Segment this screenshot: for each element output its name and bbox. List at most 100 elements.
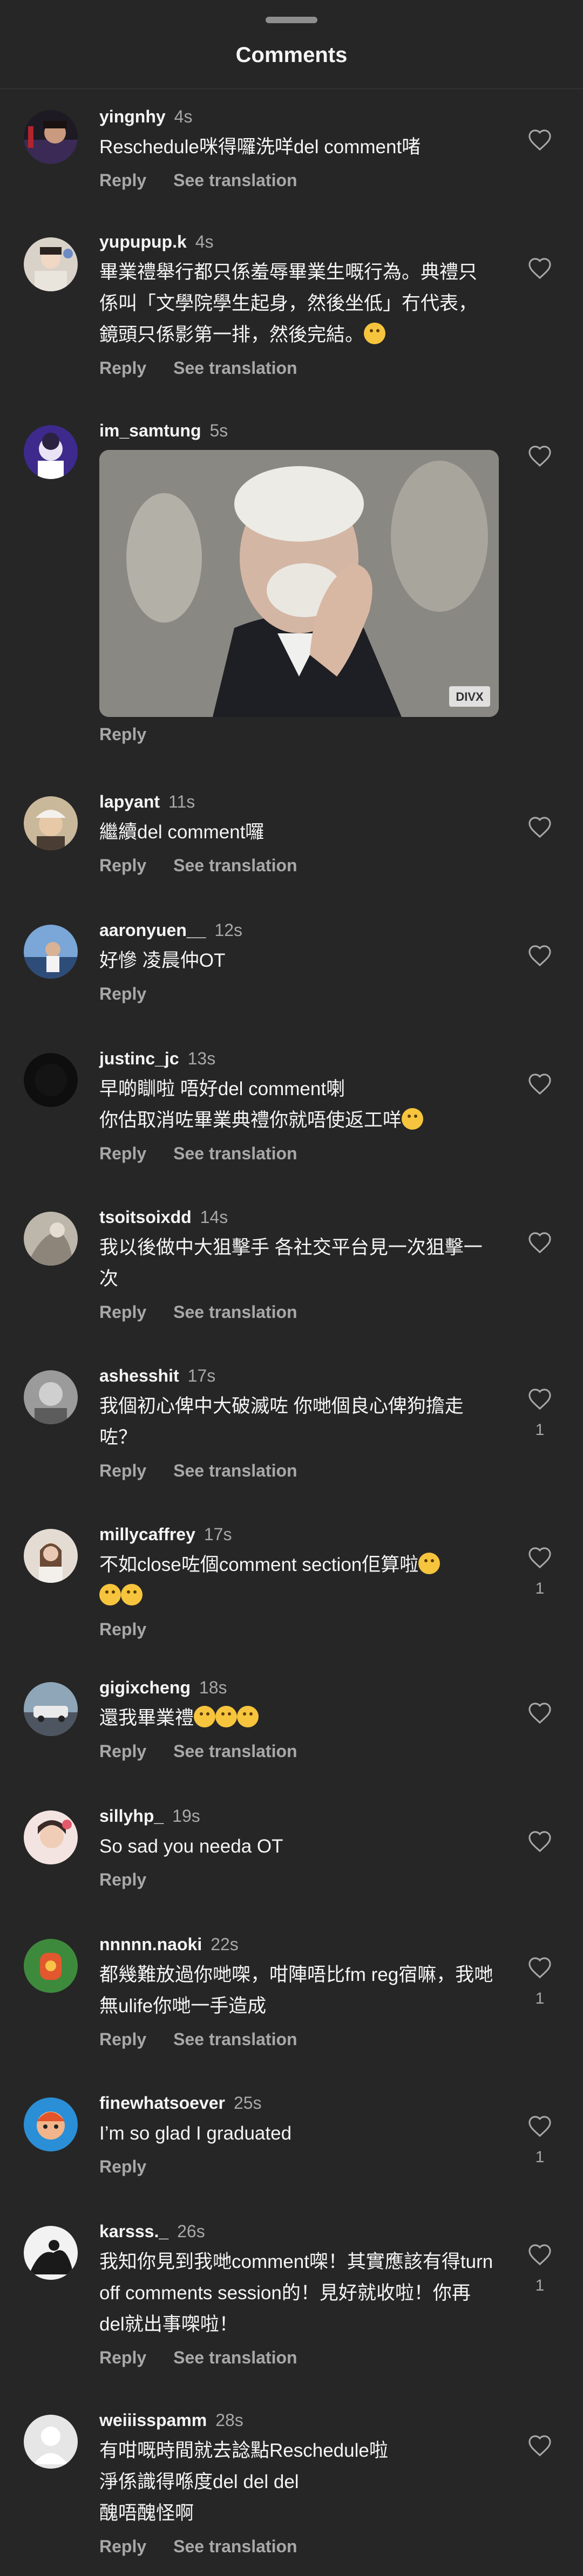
- like-button[interactable]: [525, 1830, 555, 1853]
- comment-time: 14s: [200, 1207, 228, 1227]
- heart-icon: [528, 1831, 551, 1853]
- grinning-emoji-icon: [364, 323, 386, 344]
- reply-button[interactable]: Reply: [99, 2030, 146, 2049]
- reply-button[interactable]: Reply: [99, 358, 146, 378]
- smirk-emoji-icon: [121, 1584, 143, 1605]
- comment-text: 早啲瞓啦 唔好del comment喇 你估取消咗畢業典禮你就唔使返工咩: [99, 1074, 493, 1136]
- avatar[interactable]: [24, 1370, 78, 1424]
- like-count: 1: [535, 1421, 545, 1439]
- heart-icon: [528, 446, 551, 467]
- see-translation-link[interactable]: See translation: [173, 170, 297, 190]
- heart-icon: [528, 1389, 551, 1410]
- heart-icon: [528, 2116, 551, 2137]
- comment-text: So sad you needa OT: [99, 1836, 283, 1857]
- avatar[interactable]: [24, 2097, 78, 2151]
- comment-text: 我以後做中大狙擊手 各社交平台見一次狙擊一次: [99, 1237, 483, 1289]
- reply-button[interactable]: Reply: [99, 1870, 146, 1889]
- reply-button[interactable]: Reply: [99, 2537, 146, 2556]
- like-button[interactable]: [525, 257, 555, 279]
- comment-text: 我知你見到我哋comment㗎！其實應該有得turn off comments …: [99, 2251, 493, 2335]
- like-button[interactable]: [525, 2434, 555, 2457]
- sheet-title: Comments: [235, 43, 348, 67]
- reply-button[interactable]: Reply: [99, 1144, 146, 1163]
- like-button[interactable]: 1: [525, 1956, 555, 2008]
- like-button[interactable]: [525, 1231, 555, 1254]
- like-button[interactable]: [525, 128, 555, 151]
- reply-button[interactable]: Reply: [99, 1302, 146, 1322]
- reply-button[interactable]: Reply: [99, 1741, 146, 1761]
- like-count: 1: [535, 2277, 545, 2294]
- comment-time: 28s: [215, 2410, 243, 2430]
- like-button[interactable]: [525, 445, 555, 467]
- heart-icon: [528, 1957, 551, 1979]
- reply-button[interactable]: Reply: [99, 984, 146, 1003]
- reply-button[interactable]: Reply: [99, 1461, 146, 1480]
- like-button[interactable]: 1: [525, 1546, 555, 1598]
- like-button[interactable]: 1: [525, 2243, 555, 2295]
- avatar[interactable]: [24, 1053, 78, 1107]
- reply-button[interactable]: Reply: [99, 2157, 146, 2176]
- avatar[interactable]: [24, 796, 78, 850]
- comment-username[interactable]: weiiisspamm: [99, 2410, 207, 2430]
- comment-username[interactable]: nnnnn.naoki: [99, 1935, 202, 1954]
- heart-icon: [528, 2244, 551, 2266]
- reply-button[interactable]: Reply: [99, 170, 146, 190]
- drag-handle[interactable]: [266, 17, 317, 23]
- gif-image[interactable]: DIVX: [99, 450, 499, 717]
- heart-icon: [528, 129, 551, 151]
- comment-username[interactable]: im_samtung: [99, 421, 201, 440]
- comment-username[interactable]: millycaffrey: [99, 1525, 195, 1544]
- see-translation-link[interactable]: See translation: [173, 1461, 297, 1480]
- comment-username[interactable]: sillyhp_: [99, 1806, 164, 1826]
- comment-time: 17s: [187, 1366, 216, 1385]
- comment-username[interactable]: aaronyuen__: [99, 920, 206, 940]
- comment-username[interactable]: justinc_jc: [99, 1049, 179, 1068]
- like-button[interactable]: [525, 1702, 555, 1724]
- avatar[interactable]: [24, 110, 78, 164]
- avatar[interactable]: [24, 2415, 78, 2469]
- see-translation-link[interactable]: See translation: [173, 2348, 297, 2367]
- like-button[interactable]: [525, 1072, 555, 1095]
- comment-username[interactable]: ashesshit: [99, 1366, 179, 1385]
- comment-username[interactable]: gigixcheng: [99, 1678, 191, 1697]
- see-translation-link[interactable]: See translation: [173, 2030, 297, 2049]
- comment-username[interactable]: yupupup.k: [99, 232, 187, 251]
- see-translation-link[interactable]: See translation: [173, 358, 297, 378]
- comment-text: 有咁嘅時間就去諗點Reschedule啦 淨係識得喺度del del del 醜唔醜…: [99, 2440, 388, 2524]
- avatar[interactable]: [24, 925, 78, 979]
- avatar[interactable]: [24, 425, 78, 479]
- avatar[interactable]: [24, 1682, 78, 1736]
- like-button[interactable]: 1: [525, 1388, 555, 1439]
- reply-button[interactable]: Reply: [99, 1620, 146, 1639]
- comment-time: 26s: [177, 2222, 205, 2241]
- comment-text: 畢業禮舉行都只係羞辱畢業生嘅行為。典禮只係叫「文學院學生起身，然後坐低」冇代表，…: [99, 262, 478, 345]
- reply-button[interactable]: Reply: [99, 725, 146, 744]
- reply-button[interactable]: Reply: [99, 2348, 146, 2367]
- avatar[interactable]: [24, 1529, 78, 1583]
- see-translation-link[interactable]: See translation: [173, 1144, 297, 1163]
- comment-username[interactable]: finewhatsoever: [99, 2093, 225, 2113]
- see-translation-link[interactable]: See translation: [173, 2537, 297, 2556]
- like-button[interactable]: 1: [525, 2115, 555, 2167]
- avatar[interactable]: [24, 237, 78, 291]
- comment-username[interactable]: lapyant: [99, 792, 160, 811]
- comment-text: 還我畢業禮: [99, 1703, 493, 1734]
- comment-username[interactable]: tsoitsoixdd: [99, 1207, 192, 1227]
- see-translation-link[interactable]: See translation: [173, 1741, 297, 1761]
- like-count: 1: [535, 2148, 545, 2166]
- avatar[interactable]: [24, 1810, 78, 1864]
- like-button[interactable]: [525, 816, 555, 838]
- comment-text: I’m so glad I graduated: [99, 2123, 292, 2144]
- comment-username[interactable]: yingnhy: [99, 107, 166, 126]
- heart-icon: [528, 817, 551, 838]
- smirk-emoji-icon: [99, 1584, 121, 1605]
- reply-button[interactable]: Reply: [99, 856, 146, 875]
- see-translation-link[interactable]: See translation: [173, 856, 297, 875]
- comment-username[interactable]: karsss._: [99, 2222, 168, 2241]
- like-button[interactable]: [525, 944, 555, 967]
- avatar[interactable]: [24, 2226, 78, 2280]
- see-translation-link[interactable]: See translation: [173, 1302, 297, 1322]
- avatar[interactable]: [24, 1212, 78, 1266]
- grinning-emoji-icon: [402, 1108, 424, 1130]
- avatar[interactable]: [24, 1939, 78, 1993]
